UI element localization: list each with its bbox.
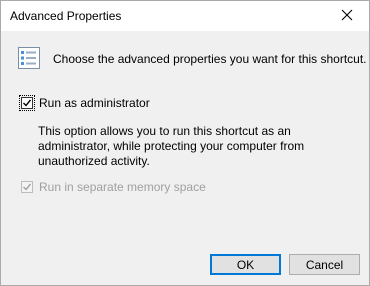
run-as-administrator-option[interactable]: Run as administrator <box>19 95 150 111</box>
cancel-button[interactable]: Cancel <box>289 254 360 275</box>
run-as-administrator-checkbox[interactable] <box>19 95 35 111</box>
separate-memory-label: Run in separate memory space <box>39 180 206 194</box>
checkmark-icon <box>23 183 32 191</box>
header-instruction-text: Choose the advanced properties you want … <box>53 52 367 66</box>
properties-list-icon <box>17 46 41 70</box>
dialog-title: Advanced Properties <box>10 9 122 23</box>
close-button[interactable] <box>325 1 369 31</box>
title-bar: Advanced Properties <box>1 1 369 31</box>
advanced-properties-dialog: Advanced Properties Choose the advanced … <box>0 0 370 286</box>
checkmark-icon <box>23 99 32 107</box>
run-as-administrator-label[interactable]: Run as administrator <box>39 96 150 110</box>
close-icon <box>341 9 353 24</box>
ok-button[interactable]: OK <box>210 254 281 275</box>
separate-memory-option: Run in separate memory space <box>21 180 206 194</box>
separate-memory-checkbox <box>21 181 33 193</box>
run-as-administrator-description: This option allows you to run this short… <box>38 124 305 168</box>
